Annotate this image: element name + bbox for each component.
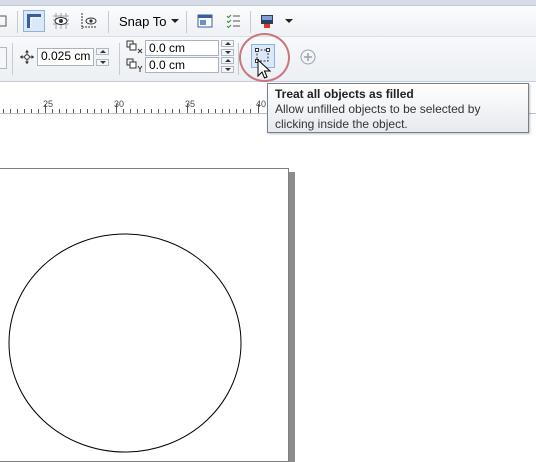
ruler-tick	[130, 109, 131, 113]
ruler-tick	[80, 109, 81, 113]
ruler-tick	[215, 109, 216, 113]
checklist-icon	[226, 14, 240, 29]
ruler-tick	[201, 109, 202, 113]
duplicate-distance-y-input[interactable]: 0.0 cm	[145, 57, 219, 73]
duplicate-y-stepper[interactable]	[221, 57, 234, 73]
ruler-tick	[108, 109, 109, 113]
duplicate-distance-y-icon	[126, 58, 143, 72]
ruler-tick	[87, 109, 88, 113]
show-guidelines-button[interactable]	[78, 10, 100, 32]
tooltip: Treat all objects as filled Allow unfill…	[267, 83, 529, 133]
guidelines-icon	[81, 13, 97, 29]
ruler-tick	[158, 109, 159, 113]
stepper-up-button[interactable]	[96, 48, 109, 55]
ruler-tick	[3, 109, 4, 113]
partial-toolbar-icon[interactable]	[0, 10, 12, 32]
ruler-tick	[66, 109, 67, 113]
ruler-tick	[165, 109, 166, 113]
show-rulers-button[interactable]	[23, 10, 45, 32]
ruler-tick	[137, 109, 138, 113]
nudge-distance-input[interactable]: 0.025 cm	[37, 48, 94, 66]
ruler-tick	[10, 109, 11, 113]
separator	[119, 43, 120, 75]
options-button[interactable]	[194, 10, 216, 32]
ruler-tick	[38, 109, 39, 113]
ruler-label: 25	[43, 99, 54, 109]
checklist-button[interactable]	[222, 10, 244, 32]
ruler-tick	[59, 109, 60, 113]
ruler-tick	[243, 109, 244, 113]
ruler-tick	[250, 109, 251, 113]
ruler-tick	[73, 109, 74, 113]
page-shadow	[288, 172, 295, 462]
ruler-tick	[179, 109, 180, 113]
ruler-tick	[17, 109, 18, 113]
launch-app-icon	[261, 15, 273, 28]
tooltip-title: Treat all objects as filled	[275, 87, 414, 101]
ruler-tick	[236, 109, 237, 113]
ruler-tick	[123, 109, 124, 113]
grid-eye-icon	[53, 13, 69, 29]
ruler-label: 35	[185, 99, 196, 109]
ellipse-object[interactable]	[0, 230, 260, 462]
unfilled-ellipse[interactable]	[8, 233, 242, 453]
ruler-tick	[144, 109, 145, 113]
chevron-down-icon[interactable]	[285, 19, 293, 23]
ruler-tick	[222, 109, 223, 113]
duplicate-y-icon-wrap	[126, 57, 144, 73]
ruler-tick	[151, 109, 152, 113]
mouse-pointer-icon	[257, 59, 272, 79]
ruler-tick	[229, 109, 230, 113]
separator	[186, 11, 187, 33]
chevron-down-icon[interactable]	[171, 19, 179, 23]
ruler-tick	[94, 109, 95, 113]
snap-to-dropdown[interactable]: Snap To	[119, 14, 166, 29]
stepper-up-button[interactable]	[221, 57, 234, 64]
ruler-tick	[101, 109, 102, 113]
add-preset-icon	[300, 49, 316, 65]
stepper-up-button[interactable]	[221, 40, 234, 47]
separator	[250, 11, 251, 33]
tooltip-description: Allow unfilled objects to be selected by…	[275, 102, 481, 131]
options-window-icon	[197, 14, 213, 28]
toolbar-icon	[0, 15, 7, 27]
stepper-down-button[interactable]	[221, 49, 234, 56]
separator	[108, 11, 109, 33]
stepper-down-button[interactable]	[96, 59, 109, 66]
separator	[17, 11, 18, 33]
ruler-tick	[52, 109, 53, 113]
duplicate-x-stepper[interactable]	[221, 40, 234, 56]
ruler-tick	[24, 109, 25, 113]
duplicate-distance-x-icon	[126, 40, 143, 54]
nudge-distance-icon-wrap	[16, 46, 38, 68]
nudge-distance-stepper[interactable]	[96, 48, 109, 66]
partial-property-button[interactable]	[0, 47, 7, 69]
ruler-label: 40	[256, 99, 267, 109]
add-preset-button[interactable]	[297, 46, 319, 68]
ruler-tick	[31, 109, 32, 113]
ruler-tick	[172, 109, 173, 113]
ruler-label: 30	[114, 99, 125, 109]
property-bar: 0.025 cm 0.0 cm 0.0 cm	[0, 33, 536, 82]
nudge-move-icon	[20, 50, 34, 64]
separator	[12, 43, 13, 75]
launch-button[interactable]	[256, 10, 278, 32]
duplicate-distance-x-input[interactable]: 0.0 cm	[145, 40, 219, 56]
ruler-tick	[194, 109, 195, 113]
ruler-tick	[208, 109, 209, 113]
show-grid-button[interactable]	[50, 10, 72, 32]
stepper-down-button[interactable]	[221, 66, 234, 73]
rulers-icon	[27, 14, 41, 28]
duplicate-x-icon-wrap	[126, 39, 144, 55]
